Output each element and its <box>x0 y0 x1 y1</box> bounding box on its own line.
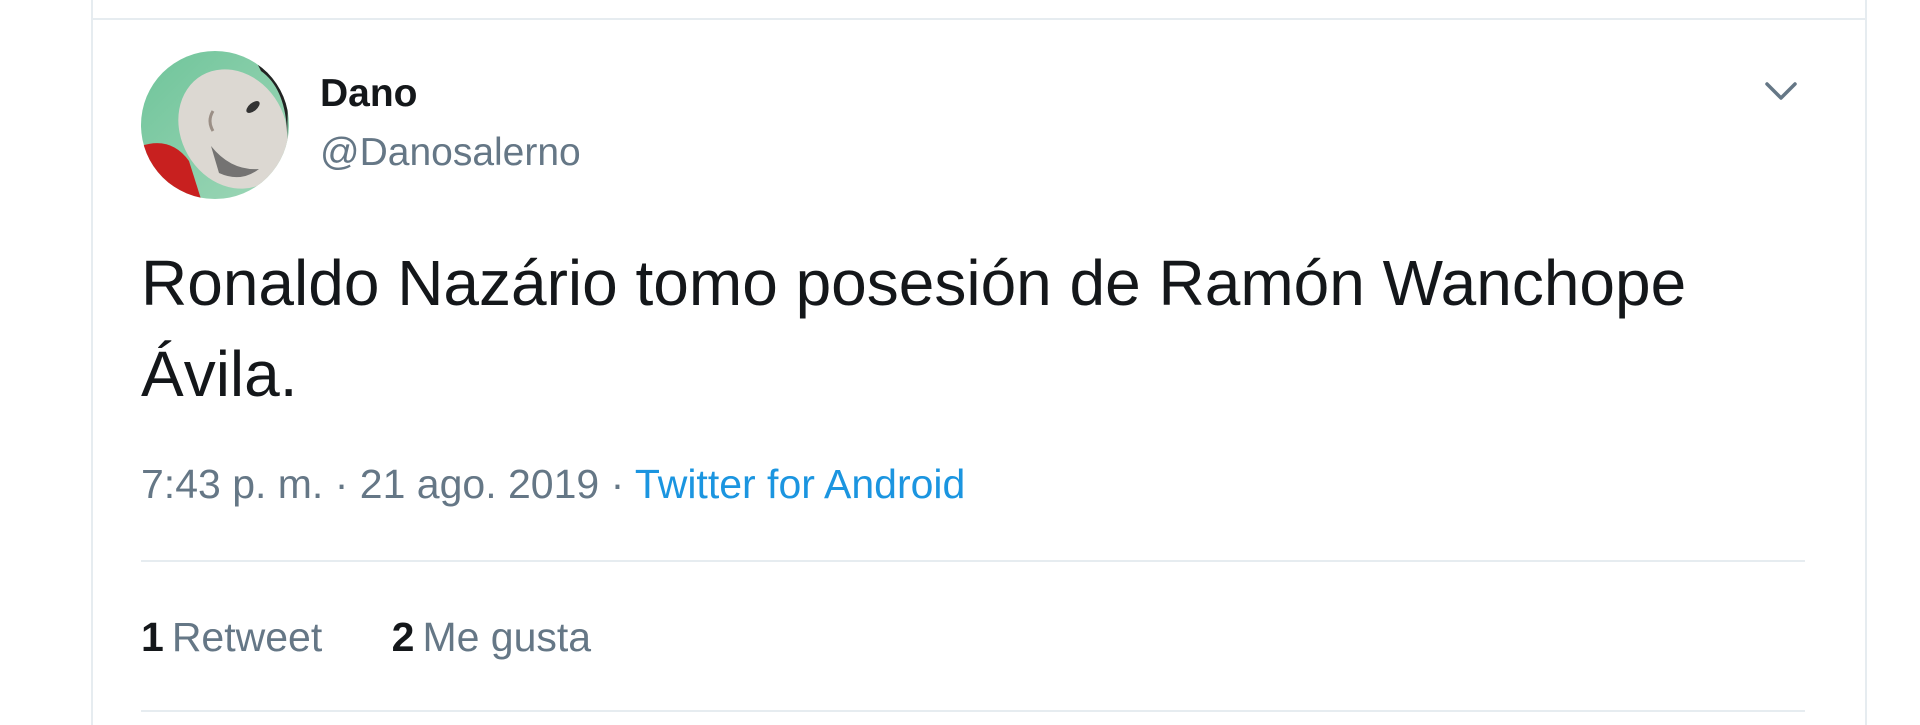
tweet-card: Dano @Danosalerno Ronaldo Nazário tomo p… <box>91 0 1867 725</box>
avatar-photo <box>141 51 289 199</box>
tweet-stats: 1 Retweet 2 Me gusta <box>141 612 649 662</box>
tweet-text: Ronaldo Nazário tomo posesión de Ramón W… <box>141 247 1687 410</box>
retweets-stat[interactable]: 1 Retweet <box>141 612 322 662</box>
like-label: Me gusta <box>422 614 592 660</box>
likes-stat[interactable]: 2 Me gusta <box>392 612 591 662</box>
meta-separator: · <box>334 461 349 507</box>
tweet-date[interactable]: 21 ago. 2019 <box>360 461 599 507</box>
author-handle[interactable]: @Danosalerno <box>320 130 581 176</box>
retweet-label: Retweet <box>171 614 323 660</box>
tweet-time[interactable]: 7:43 p. m. <box>141 461 323 507</box>
author-name[interactable]: Dano <box>320 71 418 117</box>
tweet-source-link[interactable]: Twitter for Android <box>635 461 965 507</box>
avatar[interactable] <box>141 51 289 199</box>
top-divider <box>93 18 1865 20</box>
meta-separator: · <box>610 461 625 507</box>
tweet-menu-button[interactable] <box>1757 68 1805 112</box>
page: Dano @Danosalerno Ronaldo Nazário tomo p… <box>0 0 1920 725</box>
divider <box>141 560 1805 562</box>
divider <box>141 710 1805 712</box>
retweet-count: 1 <box>141 614 164 660</box>
chevron-down-icon <box>1765 82 1797 100</box>
like-count: 2 <box>391 614 415 660</box>
tweet-meta: 7:43 p. m. · 21 ago. 2019 · Twitter for … <box>141 459 965 509</box>
